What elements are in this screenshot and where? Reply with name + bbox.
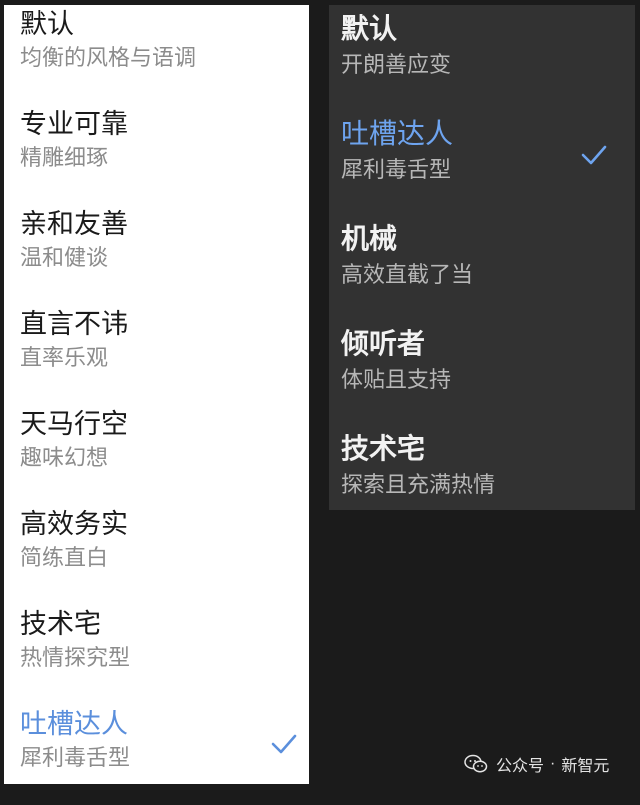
light-menu-item-efficient[interactable]: 高效务实 简练直白 [4,505,309,605]
light-personality-menu: 默认 均衡的风格与语调 专业可靠 精雕细琢 亲和友善 温和健谈 直言不讳 直率乐… [4,5,309,784]
light-menu-item-subtitle: 趣味幻想 [20,446,109,471]
dark-menu-item-nerd[interactable]: 技术宅 探索且充满热情 [329,425,635,530]
dark-menu-item-subtitle: 探索且充满热情 [341,473,496,498]
dark-menu-item-robot[interactable]: 机械 高效直截了当 [329,215,635,320]
light-menu-item-subtitle: 热情探究型 [20,646,131,671]
light-menu-item-title: 直言不讳 [20,309,128,340]
dark-menu-item-title: 默认 [341,12,398,45]
dark-menu-item-subtitle: 犀利毒舌型 [341,158,452,183]
dark-menu-item-title: 技术宅 [341,432,426,465]
light-menu-item-title: 吐槽达人 [20,709,128,740]
dark-menu-item-default[interactable]: 默认 开朗善应变 [329,5,635,110]
light-menu-item-default[interactable]: 默认 均衡的风格与语调 [4,5,309,105]
dark-menu-item-listener[interactable]: 倾听者 体贴且支持 [329,320,635,425]
dark-menu-item-title: 机械 [341,222,398,255]
light-menu-item-nerdy[interactable]: 技术宅 热情探究型 [4,605,309,705]
light-menu-item-title: 技术宅 [20,609,101,640]
light-menu-item-quirky[interactable]: 天马行空 趣味幻想 [4,405,309,505]
light-menu-item-subtitle: 均衡的风格与语调 [20,46,197,71]
dark-menu-item-subtitle: 高效直截了当 [341,263,474,288]
light-menu-item-professional[interactable]: 专业可靠 精雕细琢 [4,105,309,205]
light-menu-item-title: 天马行空 [20,409,128,440]
dark-personality-menu: 默认 开朗善应变 吐槽达人 犀利毒舌型 机械 高效直截了当 倾听者 体贴且支持 … [329,5,635,510]
watermark-separator: · [550,755,556,772]
watermark: 公众号 · 新智元 [464,750,609,778]
watermark-source: 公众号 [496,758,545,775]
dark-menu-item-cynic[interactable]: 吐槽达人 犀利毒舌型 [329,110,635,215]
light-menu-item-candid[interactable]: 直言不讳 直率乐观 [4,305,309,405]
checkmark-icon [579,140,609,170]
light-menu-item-title: 专业可靠 [20,109,128,140]
light-menu-item-title: 默认 [20,9,74,40]
wechat-icon [464,754,488,774]
light-menu-item-subtitle: 温和健谈 [20,246,109,271]
dark-menu-item-subtitle: 开朗善应变 [341,53,452,78]
light-menu-item-subtitle: 直率乐观 [20,346,109,371]
dark-menu-item-subtitle: 体贴且支持 [341,368,452,393]
light-menu-item-subtitle: 犀利毒舌型 [20,746,131,771]
light-menu-item-friendly[interactable]: 亲和友善 温和健谈 [4,205,309,305]
light-menu-item-subtitle: 简练直白 [20,546,109,571]
checkmark-icon [269,729,299,759]
light-menu-item-subtitle: 精雕细琢 [20,146,109,171]
watermark-account: 新智元 [561,758,610,775]
light-menu-item-title: 高效务实 [20,509,128,540]
dark-menu-item-title: 倾听者 [341,327,426,360]
dark-menu-item-title: 吐槽达人 [341,117,454,150]
light-menu-item-title: 亲和友善 [20,209,128,240]
light-menu-item-cynic[interactable]: 吐槽达人 犀利毒舌型 [4,705,309,805]
